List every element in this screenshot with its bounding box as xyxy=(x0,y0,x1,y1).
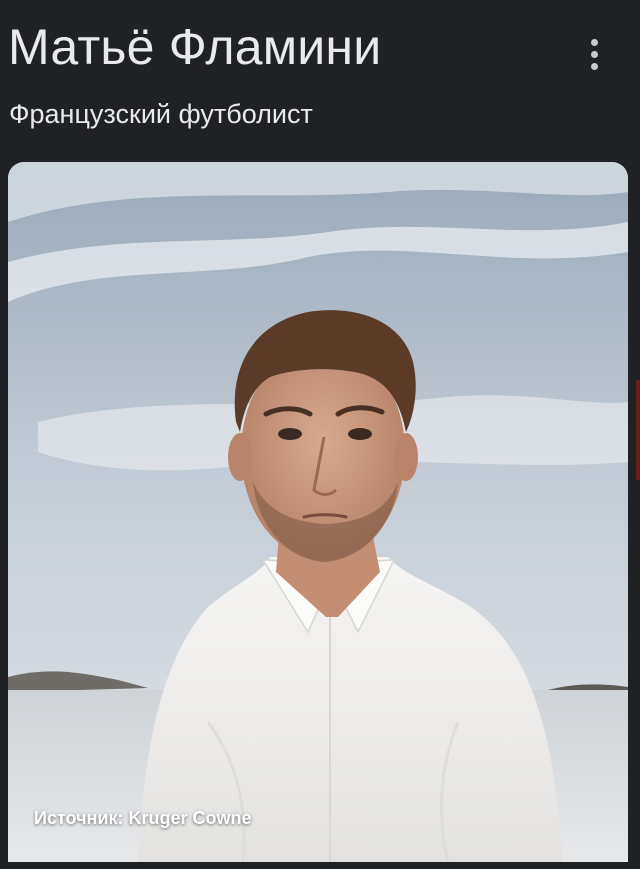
more-vert-icon-dot xyxy=(590,50,598,58)
more-vert-icon xyxy=(590,38,598,46)
entity-title: Матьё Фламини xyxy=(8,19,382,75)
portrait-illustration xyxy=(8,162,628,862)
image-source-caption[interactable]: Источник: Kruger Cowne xyxy=(34,807,251,829)
more-vert-icon-dot xyxy=(590,62,598,70)
bottom-strip xyxy=(0,862,640,869)
more-options-button[interactable] xyxy=(572,32,616,76)
entity-subtitle: Французский футболист xyxy=(9,99,313,129)
next-image-peek[interactable] xyxy=(636,380,640,480)
entity-photo[interactable]: Источник: Kruger Cowne xyxy=(8,162,628,862)
knowledge-panel-header: Матьё Фламини Французский футболист xyxy=(0,0,640,162)
